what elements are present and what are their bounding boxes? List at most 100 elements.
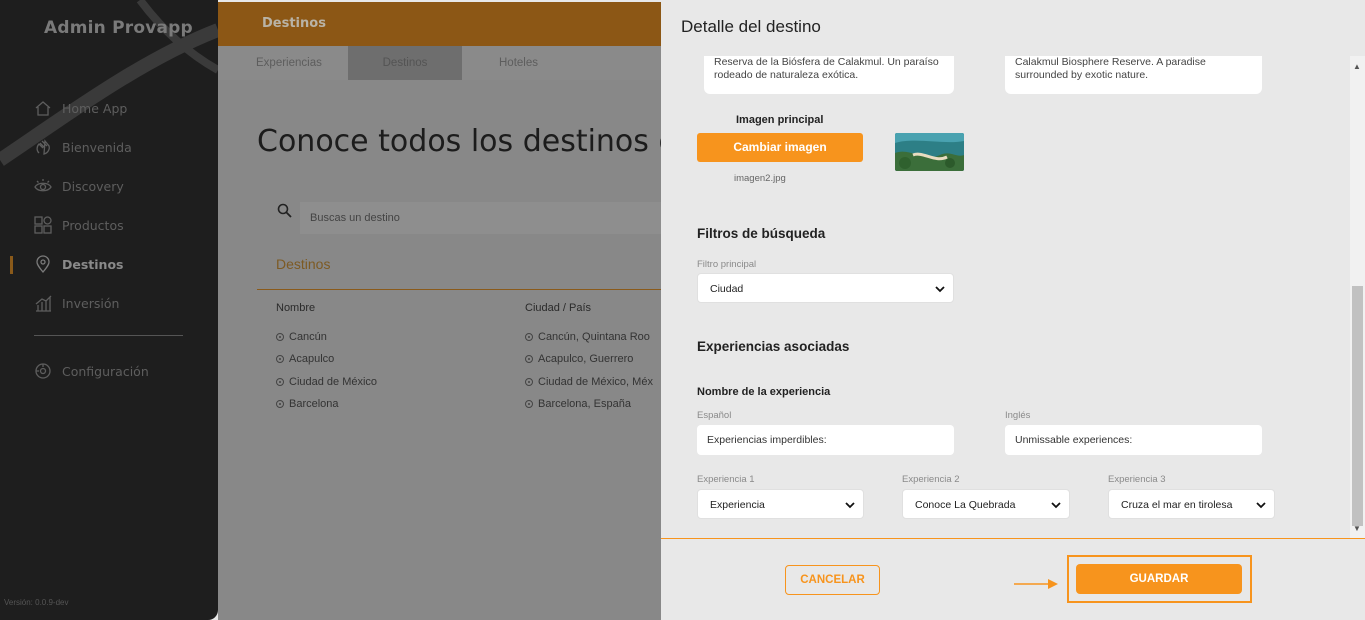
sidebar-item-label: Bienvenida xyxy=(62,139,132,155)
sidebar-item-label: Home App xyxy=(62,100,128,116)
footer-divider xyxy=(661,538,1365,539)
waving-hand-icon xyxy=(36,139,50,155)
detail-panel: Detalle del destino Reserva de la Biósfe… xyxy=(661,0,1365,620)
top-bar: Destinos xyxy=(218,2,661,46)
description-en-text: Calakmul Biosphere Reserve. A paradise s… xyxy=(1015,56,1206,81)
list-title: Destinos xyxy=(276,256,331,272)
bullet-icon xyxy=(276,333,284,341)
filter-main-value: Ciudad xyxy=(710,283,744,295)
list-item[interactable]: Cancún xyxy=(276,331,327,343)
list-item[interactable]: Acapulco xyxy=(276,353,334,365)
experiences-heading: Experiencias asociadas xyxy=(697,339,850,354)
scroll-up-icon[interactable]: ▲ xyxy=(1353,62,1361,71)
home-icon xyxy=(35,101,51,116)
bullet-icon xyxy=(525,355,533,363)
sidebar-item-configuracion[interactable]: Configuración xyxy=(34,362,149,380)
sidebar-item-label: Inversión xyxy=(62,295,120,311)
chevron-down-icon xyxy=(1256,502,1266,509)
experience3-label: Experiencia 3 xyxy=(1108,474,1166,485)
panel-title: Detalle del destino xyxy=(681,17,821,36)
sub-navigation: Experiencias Destinos Hoteles xyxy=(218,46,661,80)
search-placeholder: Buscas un destino xyxy=(310,212,400,224)
experience-name-es-input[interactable]: Experiencias imperdibles: xyxy=(697,425,954,455)
row-name: Acapulco xyxy=(289,353,335,365)
sidebar-item-inversion[interactable]: Inversión xyxy=(34,294,119,312)
filter-main-label: Filtro principal xyxy=(697,259,757,270)
spanish-label: Español xyxy=(697,410,732,421)
cancel-button[interactable]: CANCELAR xyxy=(785,565,880,595)
change-image-button[interactable]: Cambiar imagen xyxy=(697,133,863,162)
settings-icon xyxy=(35,363,51,379)
bullet-icon xyxy=(276,378,284,386)
tab-destinos[interactable]: Destinos xyxy=(348,46,462,80)
grid-icon xyxy=(34,216,52,234)
row-city: Cancún, Quintana Roo xyxy=(538,331,650,343)
tab-hoteles[interactable]: Hoteles xyxy=(499,46,538,80)
list-item-city: Acapulco, Guerrero xyxy=(525,353,633,365)
top-bar-title: Destinos xyxy=(262,16,326,31)
description-en-textarea[interactable]: Calakmul Biosphere Reserve. A paradise s… xyxy=(1005,56,1262,94)
filter-main-select[interactable]: Ciudad xyxy=(697,273,954,303)
chevron-down-icon xyxy=(935,286,945,293)
experience3-value: Cruza el mar en tirolesa xyxy=(1121,499,1233,511)
experience1-value: Experiencia xyxy=(710,499,765,511)
main-content-background xyxy=(218,80,661,620)
list-title-underline xyxy=(257,289,661,290)
column-header-name: Nombre xyxy=(276,302,316,314)
arrow-right-icon xyxy=(1014,579,1058,589)
row-name: Barcelona xyxy=(289,398,339,410)
sidebar-item-productos[interactable]: Productos xyxy=(34,216,124,234)
sidebar-item-label: Discovery xyxy=(62,178,124,194)
sidebar: Admin Provapp Home App Bienvenida Discov… xyxy=(0,0,218,620)
experience-name-en-input[interactable]: Unmissable experiences: xyxy=(1005,425,1262,455)
chevron-down-icon xyxy=(1051,502,1061,509)
search-icon xyxy=(277,203,292,218)
row-city: Ciudad de México, Méx xyxy=(538,376,653,388)
scroll-down-icon[interactable]: ▼ xyxy=(1353,524,1361,533)
sidebar-item-home-app[interactable]: Home App xyxy=(34,99,127,117)
panel-scrollbar[interactable]: ▲ ▼ xyxy=(1350,56,1365,538)
version-text: Versión: 0.0.9-dev xyxy=(4,598,69,607)
description-es-text: Reserva de la Biósfera de Calakmul. Un p… xyxy=(714,56,939,81)
row-name: Ciudad de México xyxy=(289,376,378,388)
sidebar-item-label: Configuración xyxy=(62,363,149,379)
panel-scroll-content[interactable]: Reserva de la Biósfera de Calakmul. Un p… xyxy=(661,56,1351,538)
sidebar-item-bienvenida[interactable]: Bienvenida xyxy=(34,138,132,156)
eye-icon xyxy=(34,179,52,192)
sidebar-item-discovery[interactable]: Discovery xyxy=(34,177,124,195)
sidebar-item-destinos[interactable]: Destinos xyxy=(34,255,123,273)
list-item[interactable]: Ciudad de México xyxy=(276,376,377,388)
experience1-select[interactable]: Experiencia xyxy=(697,489,864,519)
bullet-icon xyxy=(525,333,533,341)
page-heading: Conoce todos los destinos q xyxy=(257,124,661,159)
experience1-label: Experiencia 1 xyxy=(697,474,755,485)
experience2-label: Experiencia 2 xyxy=(902,474,960,485)
row-city: Barcelona, España xyxy=(538,398,631,410)
experience2-value: Conoce La Quebrada xyxy=(915,499,1016,511)
bar-chart-icon xyxy=(35,295,52,312)
experience-name-en-value: Unmissable experiences: xyxy=(1015,434,1133,446)
list-item-city: Barcelona, España xyxy=(525,398,631,410)
list-item-city: Cancún, Quintana Roo xyxy=(525,331,650,343)
search-input[interactable]: Buscas un destino xyxy=(300,202,661,234)
experience-name-es-value: Experiencias imperdibles: xyxy=(707,434,827,446)
location-pin-icon xyxy=(36,255,50,273)
bullet-icon xyxy=(525,400,533,408)
filters-heading: Filtros de búsqueda xyxy=(697,226,826,241)
sidebar-item-label: Productos xyxy=(62,217,124,233)
sidebar-divider xyxy=(34,335,183,336)
experience3-select[interactable]: Cruza el mar en tirolesa xyxy=(1108,489,1275,519)
experience2-select[interactable]: Conoce La Quebrada xyxy=(902,489,1070,519)
scrollbar-thumb[interactable] xyxy=(1352,286,1363,526)
bullet-icon xyxy=(276,355,284,363)
experience-name-label: Nombre de la experiencia xyxy=(697,386,831,398)
sidebar-item-label: Destinos xyxy=(62,256,124,272)
english-label: Inglés xyxy=(1005,410,1031,421)
tab-experiencias[interactable]: Experiencias xyxy=(256,46,322,80)
save-button[interactable]: GUARDAR xyxy=(1076,564,1242,594)
list-item[interactable]: Barcelona xyxy=(276,398,339,410)
chevron-down-icon xyxy=(845,502,855,509)
description-es-textarea[interactable]: Reserva de la Biósfera de Calakmul. Un p… xyxy=(704,56,954,94)
row-name: Cancún xyxy=(289,331,327,343)
active-indicator xyxy=(10,256,13,274)
